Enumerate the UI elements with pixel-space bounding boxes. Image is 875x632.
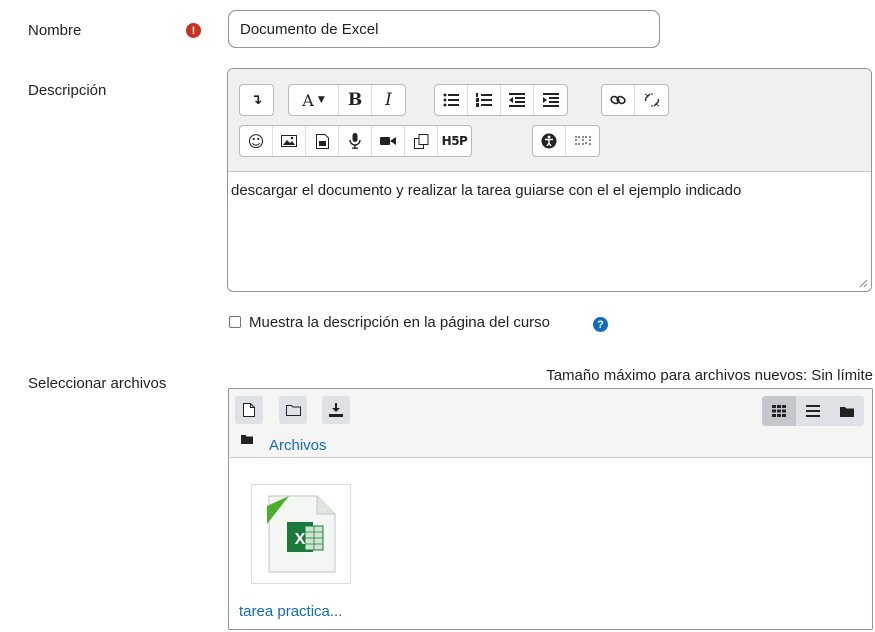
unlink-icon[interactable] <box>635 85 668 115</box>
list-view-icon[interactable] <box>796 396 830 426</box>
description-editor: ↴ A ▼ B I ☺ H5P descargar el documento y… <box>227 68 872 292</box>
outdent-icon[interactable] <box>501 85 534 115</box>
manage-files-icon[interactable] <box>405 126 438 156</box>
paragraph-style-icon[interactable]: A ▼ <box>289 85 339 115</box>
resize-handle-icon[interactable] <box>859 279 868 288</box>
image-icon[interactable] <box>273 126 306 156</box>
max-size-text: Tamaño máximo para archivos nuevos: Sin … <box>546 367 873 384</box>
toolbar-group-collapse: ↴ <box>239 84 274 116</box>
editor-content-area[interactable]: descargar el documento y realizar la tar… <box>228 172 871 209</box>
download-all-icon[interactable] <box>322 396 350 424</box>
file-manager: Archivos X tarea practica... <box>228 388 873 630</box>
file-name-link[interactable]: tarea practica... <box>239 603 342 620</box>
name-field[interactable]: Documento de Excel <box>229 11 659 47</box>
video-icon[interactable] <box>372 126 405 156</box>
required-icon: ! <box>186 23 201 38</box>
name-label: Nombre <box>28 22 82 39</box>
microphone-icon[interactable] <box>339 126 372 156</box>
show-description-checkbox[interactable] <box>229 316 241 328</box>
name-field-value: Documento de Excel <box>240 20 379 38</box>
toolbar-group-style: A ▼ B I <box>288 84 406 116</box>
collapse-icon[interactable]: ↴ <box>240 85 273 115</box>
files-label: Seleccionar archivos <box>28 375 167 392</box>
excel-file-icon: X <box>267 495 336 573</box>
toolbar-group-media: ☺ H5P <box>239 125 472 157</box>
accessibility-checker-icon[interactable] <box>533 126 566 156</box>
show-description-label: Muestra la descripción en la página del … <box>249 314 551 331</box>
screenreader-helper-icon[interactable] <box>566 126 599 156</box>
toolbar-group-accessibility <box>532 125 600 157</box>
path-breadcrumb-archivos[interactable]: Archivos <box>269 437 327 454</box>
help-icon[interactable]: ? <box>593 317 608 332</box>
create-folder-icon[interactable] <box>279 396 307 424</box>
ordered-list-icon[interactable] <box>468 85 501 115</box>
description-text: descargar el documento y realizar la tar… <box>231 182 742 199</box>
editor-toolbar: ↴ A ▼ B I ☺ H5P <box>228 69 871 172</box>
add-file-icon[interactable] <box>235 396 263 424</box>
folder-icon <box>241 435 253 444</box>
emoji-icon[interactable]: ☺ <box>240 126 273 156</box>
description-label: Descripción <box>28 82 107 99</box>
h5p-icon[interactable]: H5P <box>438 126 471 156</box>
view-switcher <box>762 396 864 426</box>
bold-icon[interactable]: B <box>339 85 372 115</box>
unordered-list-icon[interactable] <box>435 85 468 115</box>
link-icon[interactable] <box>602 85 635 115</box>
media-icon[interactable] <box>306 126 339 156</box>
svg-text:X: X <box>295 531 306 548</box>
toolbar-group-links <box>601 84 669 116</box>
tree-view-icon[interactable] <box>830 396 864 426</box>
grid-view-icon[interactable] <box>762 396 796 426</box>
file-thumbnail[interactable]: X <box>251 484 351 584</box>
file-manager-toolbar: Archivos <box>229 389 872 458</box>
italic-icon[interactable]: I <box>372 85 405 115</box>
toolbar-group-lists <box>434 84 568 116</box>
indent-icon[interactable] <box>534 85 567 115</box>
